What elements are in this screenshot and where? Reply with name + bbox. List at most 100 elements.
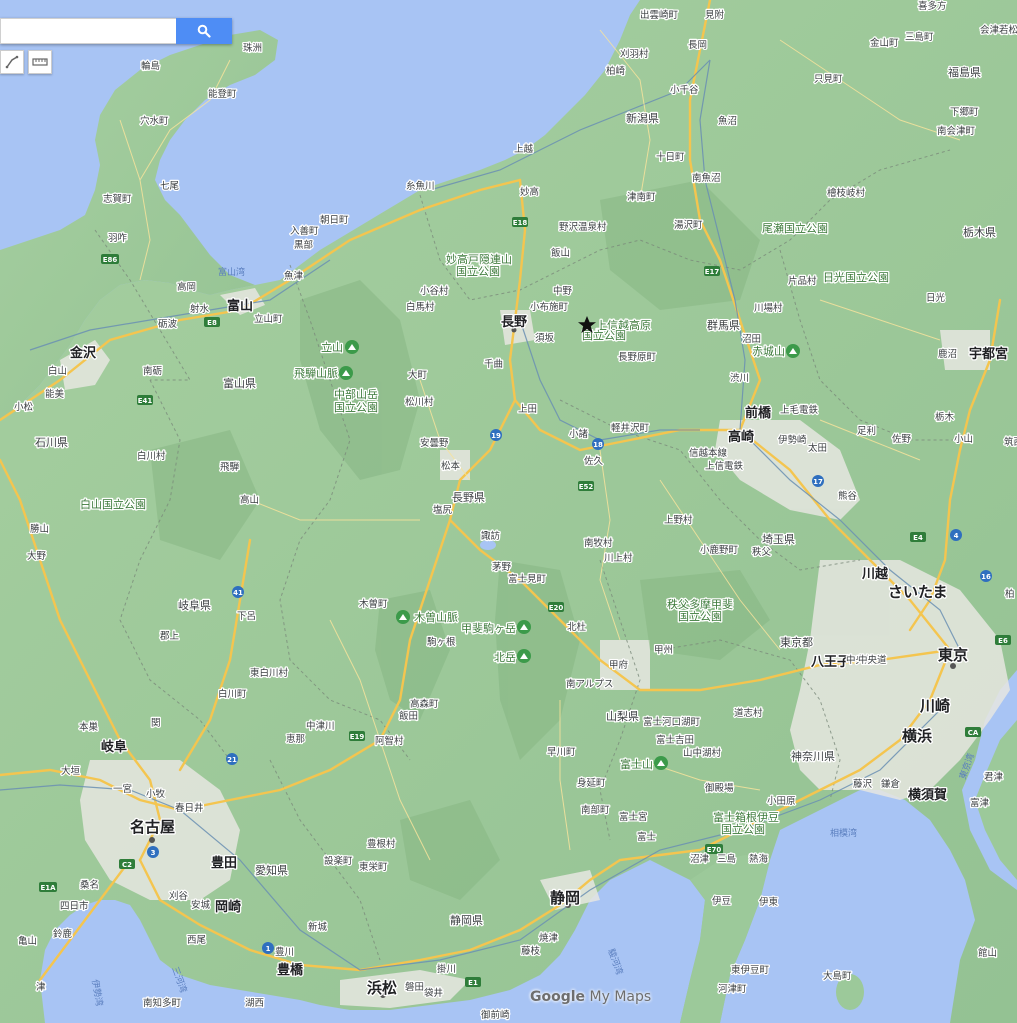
- svg-text:南アルプス: 南アルプス: [566, 678, 613, 690]
- svg-text:桑名: 桑名: [80, 879, 99, 891]
- svg-text:磐田: 磐田: [405, 981, 424, 993]
- svg-text:1: 1: [266, 945, 271, 953]
- svg-text:御殿場: 御殿場: [705, 782, 734, 794]
- svg-text:金山町: 金山町: [870, 37, 899, 49]
- svg-text:16: 16: [981, 573, 991, 581]
- svg-text:高崎: 高崎: [728, 429, 754, 445]
- svg-text:渋川: 渋川: [730, 372, 749, 384]
- svg-text:大町: 大町: [408, 369, 428, 381]
- map-canvas[interactable]: E8 E17 E18 E41 E52 E20 E19 E1 E1A C2 E4 …: [0, 0, 1017, 1023]
- svg-text:木曽山脈: 木曽山脈: [414, 610, 458, 624]
- svg-text:片品村: 片品村: [788, 275, 817, 287]
- search-button[interactable]: [176, 18, 232, 44]
- svg-text:南牧村: 南牧村: [584, 537, 613, 549]
- svg-text:国立公園: 国立公園: [678, 609, 722, 623]
- svg-text:飛騨: 飛騨: [220, 461, 240, 473]
- svg-text:柏: 柏: [1005, 588, 1015, 600]
- svg-text:藤枝: 藤枝: [521, 945, 541, 957]
- svg-text:C2: C2: [122, 861, 132, 869]
- svg-text:南砺: 南砺: [143, 365, 163, 377]
- svg-text:金沢: 金沢: [69, 345, 97, 361]
- svg-text:恵那: 恵那: [286, 733, 306, 745]
- svg-text:藤沢: 藤沢: [853, 778, 873, 790]
- svg-text:群馬県: 群馬県: [707, 318, 740, 332]
- svg-text:南部町: 南部町: [581, 804, 610, 816]
- svg-text:41: 41: [233, 589, 243, 597]
- svg-text:妙高: 妙高: [520, 186, 539, 198]
- svg-text:山梨県: 山梨県: [606, 709, 639, 723]
- svg-text:南魚沼: 南魚沼: [692, 172, 721, 184]
- svg-text:郡上: 郡上: [160, 631, 180, 642]
- svg-text:須坂: 須坂: [535, 333, 555, 344]
- svg-text:喜多方: 喜多方: [918, 0, 947, 12]
- ruler-icon: [32, 58, 48, 66]
- map-tools: [0, 50, 52, 74]
- svg-text:大島町: 大島町: [823, 970, 852, 982]
- svg-text:小谷村: 小谷村: [420, 285, 449, 297]
- svg-text:長岡: 長岡: [688, 40, 707, 51]
- svg-text:四日市: 四日市: [60, 900, 89, 912]
- svg-text:立山町: 立山町: [254, 313, 283, 325]
- svg-text:長野: 長野: [501, 315, 527, 330]
- svg-text:川場村: 川場村: [754, 302, 783, 314]
- svg-text:湖西: 湖西: [245, 998, 264, 1009]
- watermark-product: My Maps: [589, 989, 652, 1005]
- ruler-button[interactable]: [28, 50, 52, 74]
- svg-text:17: 17: [813, 478, 823, 486]
- svg-text:魚津: 魚津: [284, 270, 304, 282]
- svg-text:神奈川県: 神奈川県: [791, 749, 835, 763]
- svg-text:富士: 富士: [637, 831, 657, 843]
- svg-text:穴水町: 穴水町: [140, 115, 169, 127]
- svg-text:中部山岳: 中部山岳: [334, 387, 378, 401]
- svg-text:長野県: 長野県: [452, 491, 485, 504]
- svg-text:浜松: 浜松: [367, 979, 397, 997]
- svg-text:栃木県: 栃木県: [963, 225, 996, 239]
- svg-text:諏訪: 諏訪: [481, 530, 501, 542]
- svg-text:富山湾: 富山湾: [218, 266, 245, 278]
- svg-text:豊橋: 豊橋: [277, 962, 304, 978]
- svg-text:21: 21: [227, 756, 237, 764]
- svg-text:E1A: E1A: [40, 884, 56, 892]
- search-input[interactable]: [0, 18, 176, 44]
- svg-text:南知多町: 南知多町: [143, 997, 182, 1009]
- svg-text:木曽町: 木曽町: [359, 598, 388, 610]
- svg-text:津: 津: [36, 982, 46, 993]
- svg-text:高山: 高山: [240, 494, 259, 506]
- svg-text:E86: E86: [103, 256, 118, 264]
- svg-text:早川町: 早川町: [547, 747, 576, 758]
- svg-text:岐阜: 岐阜: [101, 739, 127, 755]
- svg-text:上野村: 上野村: [664, 514, 693, 526]
- svg-text:本巣: 本巣: [79, 721, 99, 733]
- svg-text:一宮: 一宮: [113, 783, 132, 795]
- svg-text:白山国立公園: 白山国立公園: [80, 497, 146, 511]
- svg-text:E19: E19: [350, 733, 365, 741]
- svg-text:焼津: 焼津: [539, 932, 559, 944]
- svg-text:三島: 三島: [717, 853, 736, 865]
- svg-text:刈谷: 刈谷: [169, 890, 189, 902]
- svg-text:宇都宮: 宇都宮: [969, 346, 1008, 362]
- svg-text:能美: 能美: [45, 388, 65, 400]
- svg-text:国立公園: 国立公園: [456, 264, 500, 278]
- svg-text:栃木: 栃木: [935, 411, 955, 423]
- svg-text:飯田: 飯田: [399, 710, 418, 722]
- svg-text:西尾: 西尾: [187, 935, 206, 946]
- svg-text:津南町: 津南町: [627, 191, 656, 203]
- svg-text:野沢温泉村: 野沢温泉村: [559, 221, 607, 233]
- svg-text:富士箱根伊豆: 富士箱根伊豆: [713, 810, 779, 824]
- svg-text:佐久: 佐久: [584, 455, 604, 467]
- svg-text:妙高戸隠連山: 妙高戸隠連山: [446, 252, 512, 266]
- svg-text:関: 関: [151, 718, 161, 729]
- svg-text:鎌倉: 鎌倉: [881, 778, 901, 790]
- svg-text:中野: 中野: [553, 285, 573, 297]
- svg-text:豊田: 豊田: [211, 855, 237, 871]
- svg-text:春日井: 春日井: [175, 802, 204, 814]
- svg-text:長野原町: 長野原町: [618, 352, 657, 363]
- svg-text:上信電鉄: 上信電鉄: [705, 460, 744, 472]
- svg-text:富士吉田: 富士吉田: [656, 734, 694, 746]
- draw-line-button[interactable]: [0, 50, 24, 74]
- svg-text:E8: E8: [207, 319, 217, 327]
- svg-text:御前崎: 御前崎: [481, 1009, 510, 1021]
- svg-text:甲斐駒ヶ岳: 甲斐駒ヶ岳: [461, 622, 516, 635]
- svg-text:富士山: 富士山: [620, 757, 653, 771]
- svg-text:朝日町: 朝日町: [320, 215, 349, 226]
